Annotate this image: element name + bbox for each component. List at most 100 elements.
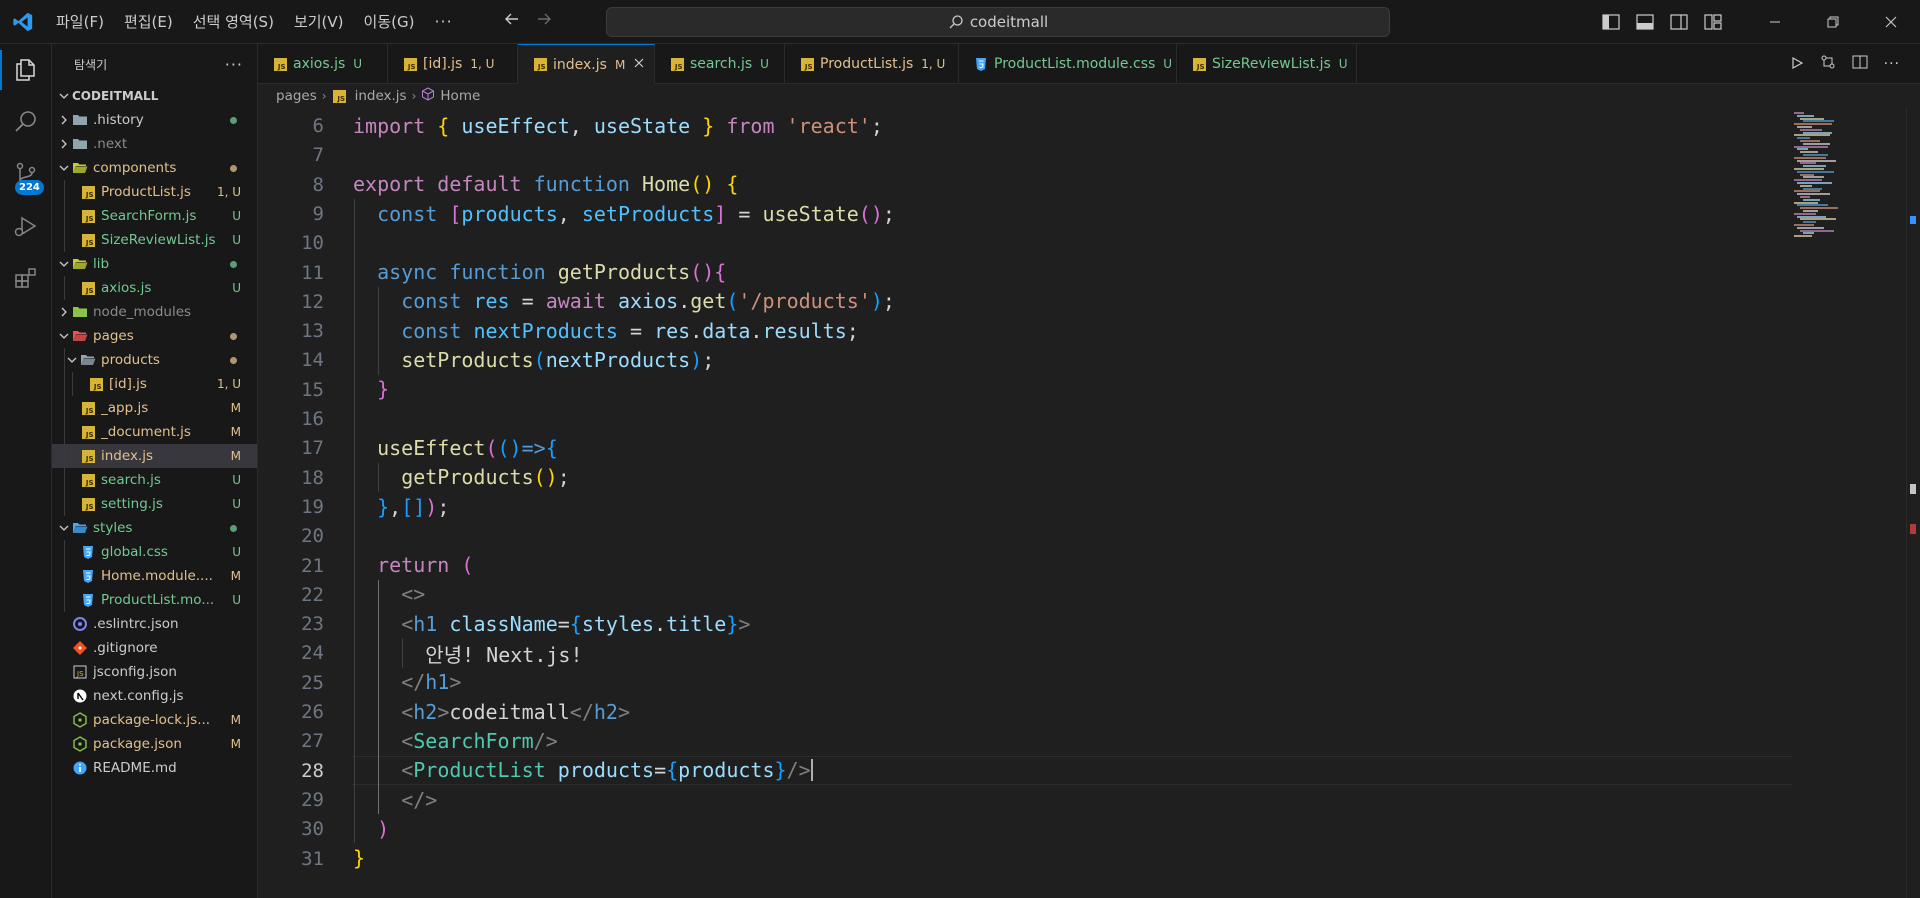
editor-tab[interactable]: JS ProductList.js 1, U (785, 44, 959, 84)
tree-file[interactable]: JS index.js M (52, 444, 257, 468)
code-line[interactable]: < SearchForm/> (401, 726, 558, 755)
breadcrumb-file[interactable]: index.js (355, 88, 407, 104)
code-line[interactable]: const nextProducts = res. data. results; (401, 316, 859, 345)
code-line[interactable]: </> (401, 785, 437, 814)
line-number: 10 (258, 228, 338, 257)
code-line[interactable]: ) (377, 814, 389, 843)
customize-layout-icon[interactable] (1699, 0, 1727, 44)
tree-file[interactable]: global.css U (52, 540, 257, 564)
explorer-icon[interactable] (0, 44, 52, 96)
code-line[interactable]: return ( (377, 551, 473, 580)
tree-file[interactable]: Home.module.... M (52, 564, 257, 588)
tree-folder[interactable]: .history (52, 108, 257, 132)
menu-item[interactable]: 이동(G) (354, 7, 425, 37)
editor-tab[interactable]: JS axios.js U (258, 44, 388, 84)
run-icon[interactable] (1790, 55, 1804, 74)
editor-tab[interactable]: JS SizeReviewList.js U (1177, 44, 1357, 84)
code-line[interactable]: < ProductList products ={products}/> (401, 756, 813, 785)
code-line[interactable]: 안녕! Next.js! (425, 638, 582, 667)
code-line[interactable]: </h1 > (401, 668, 461, 697)
tree-folder[interactable]: .next (52, 132, 257, 156)
tree-file[interactable]: JS SearchForm.js U (52, 204, 257, 228)
code-token: data (702, 318, 751, 343)
minimap[interactable] (1788, 108, 1898, 898)
restore-icon[interactable] (1804, 0, 1862, 44)
tree-file[interactable]: JS setting.js U (52, 492, 257, 516)
tree-folder[interactable]: styles (52, 516, 257, 540)
workspace-section-header[interactable]: CODEITMALL (52, 84, 257, 108)
tree-file[interactable]: package-lock.js... M (52, 708, 257, 732)
code-line[interactable]: const [products, setProducts] = useState… (377, 199, 895, 228)
code-line[interactable]: const res = await axios. get('/products')… (401, 287, 895, 316)
line-number-text: 26 (301, 701, 324, 723)
editor-tab[interactable]: ProductList.module.css U (959, 44, 1177, 84)
tree-file[interactable]: JS _document.js M (52, 420, 257, 444)
extensions-icon[interactable] (0, 252, 52, 304)
search-view-icon[interactable] (0, 96, 52, 148)
compare-changes-icon[interactable] (1820, 54, 1836, 74)
minimize-icon[interactable] (1746, 0, 1804, 44)
editor-tab[interactable]: JS [id].js 1, U (388, 44, 518, 84)
forward-arrow-icon[interactable] (535, 10, 553, 33)
menu-item[interactable]: 선택 영역(S) (183, 7, 284, 37)
code-line[interactable]: import { useEffect, useState } from 'rea… (353, 111, 883, 140)
close-tab-icon[interactable] (633, 57, 645, 73)
tree-folder[interactable]: products (52, 348, 257, 372)
menu-item[interactable]: 파일(F) (46, 7, 114, 37)
js-file-icon: JS (402, 56, 418, 72)
code-editor[interactable]: 6 import { useEffect, useState } from 're… (258, 108, 1920, 898)
tree-file[interactable]: package.json M (52, 732, 257, 756)
toggle-secondary-sidebar-icon[interactable] (1665, 0, 1693, 44)
code-line[interactable]: } (353, 844, 365, 873)
menu-item[interactable]: 보기(V) (284, 7, 354, 37)
tree-file[interactable]: .eslintrc.json (52, 612, 257, 636)
tree-file[interactable]: JS ProductList.js 1, U (52, 180, 257, 204)
tree-file[interactable]: JS axios.js U (52, 276, 257, 300)
run-debug-icon[interactable] (0, 200, 52, 252)
code-line[interactable]: useEffect(() =>{ (377, 433, 558, 462)
tree-file[interactable]: JS _app.js M (52, 396, 257, 420)
code-line[interactable]: } (377, 375, 389, 404)
tree-file[interactable]: next.config.js (52, 684, 257, 708)
breadcrumb-symbol[interactable]: Home (440, 88, 480, 104)
tree-file[interactable]: ProductList.mo... U (52, 588, 257, 612)
code-line[interactable]: getProducts(); (401, 463, 570, 492)
command-center[interactable]: codeitmall (606, 7, 1390, 37)
menu-item[interactable]: 편집(E) (114, 7, 183, 37)
tree-folder[interactable]: pages (52, 324, 257, 348)
source-control-icon[interactable]: 224 (0, 148, 52, 200)
more-editor-actions-icon[interactable]: ··· (1884, 56, 1900, 72)
code-line[interactable]: <> (401, 580, 425, 609)
tree-folder[interactable]: node_modules (52, 300, 257, 324)
code-token: = (509, 289, 546, 314)
tree-file[interactable]: README.md (52, 756, 257, 780)
back-arrow-icon[interactable] (503, 10, 521, 33)
minimap-line (1797, 126, 1812, 128)
toggle-panel-icon[interactable] (1631, 0, 1659, 44)
tree-file[interactable]: JS search.js U (52, 468, 257, 492)
indent-guide (64, 468, 65, 492)
more-menu-icon[interactable]: ··· (424, 12, 462, 31)
code-line[interactable]: < h1 className ={styles. title} > (401, 609, 750, 638)
tree-file[interactable]: JS SizeReviewList.js U (52, 228, 257, 252)
editor-tab[interactable]: JS index.js M (518, 44, 655, 84)
code-line[interactable]: < h2 > codeitmall </h2 > (401, 697, 630, 726)
tree-folder[interactable]: lib (52, 252, 257, 276)
code-line[interactable]: setProducts(nextProducts); (401, 345, 714, 374)
jsconfig-file-icon: JS (72, 664, 88, 680)
editor-tab[interactable]: JS search.js U (655, 44, 785, 84)
split-editor-icon[interactable] (1852, 54, 1868, 74)
code-line[interactable]: },[]); (377, 492, 449, 521)
code-line[interactable]: export default function Home() { (353, 170, 738, 199)
tree-folder[interactable]: components (52, 156, 257, 180)
toggle-primary-sidebar-icon[interactable] (1597, 0, 1625, 44)
tree-file[interactable]: JS [id].js 1, U (52, 372, 257, 396)
code-line[interactable]: async function getProducts(){ (377, 258, 726, 287)
more-actions-icon[interactable]: ··· (225, 55, 243, 74)
editor-scrollbar[interactable] (1906, 108, 1920, 898)
tree-file[interactable]: .gitignore (52, 636, 257, 660)
tree-file[interactable]: JS jsconfig.json (52, 660, 257, 684)
close-window-icon[interactable] (1862, 0, 1920, 44)
breadcrumb-folder[interactable]: pages (276, 88, 317, 104)
